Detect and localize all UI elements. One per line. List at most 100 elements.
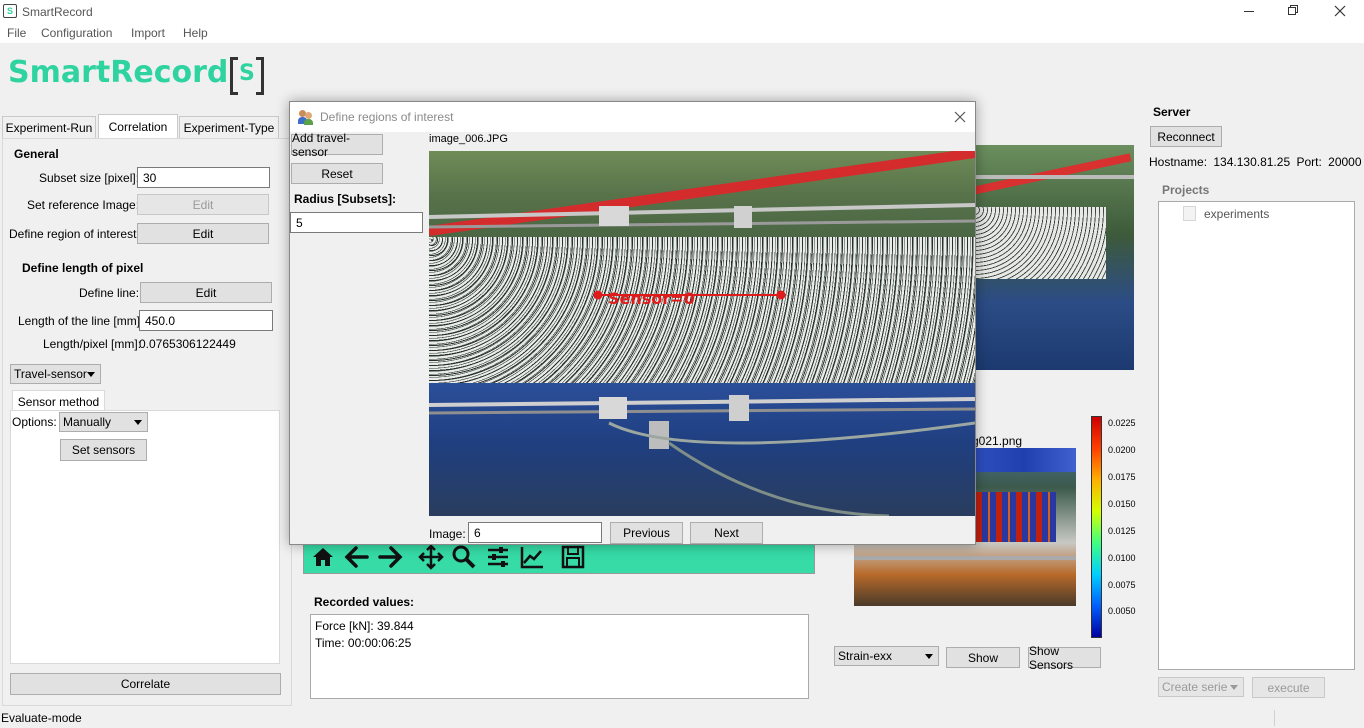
subset-size-input[interactable]: [137, 167, 270, 188]
tab-label: Experiment-Type: [183, 120, 275, 135]
configure-subplots-icon[interactable]: [485, 544, 511, 570]
strain-select[interactable]: Strain-exx: [834, 646, 939, 666]
status-divider: [1274, 710, 1275, 726]
menu-configuration[interactable]: Configuration: [41, 26, 112, 40]
logo-mark-letter: S: [239, 61, 255, 86]
tab-sensor-method[interactable]: Sensor method: [12, 390, 105, 412]
back-arrow-icon[interactable]: [344, 544, 370, 570]
server-heading: Server: [1153, 105, 1191, 119]
show-sensors-button[interactable]: Show Sensors: [1028, 644, 1101, 672]
tab-experiment-type[interactable]: Experiment-Type: [179, 116, 279, 138]
chevron-down-icon: [925, 654, 933, 659]
result-image-name: g021.png: [972, 434, 1023, 448]
radius-input[interactable]: [290, 212, 423, 233]
dialog-title: Define regions of interest: [320, 110, 454, 124]
file-icon: [1183, 206, 1196, 221]
pixel-length-heading: Define length of pixel: [22, 261, 144, 275]
colorbar: [1091, 416, 1102, 638]
tab-label: Sensor method: [17, 394, 100, 409]
port-label: Port:: [1296, 155, 1322, 169]
window-title: SmartRecord: [22, 5, 93, 19]
pan-icon[interactable]: [418, 544, 444, 570]
close-icon[interactable]: [954, 111, 966, 123]
define-line-label: Define line:: [79, 286, 140, 300]
show-button[interactable]: Show: [946, 647, 1020, 668]
close-icon[interactable]: [1334, 5, 1346, 17]
colorbar-ticks: 0.0225 0.0200 0.0175 0.0150 0.0125 0.010…: [1104, 416, 1144, 638]
define-line-edit-button[interactable]: Edit: [140, 282, 272, 303]
sensor-label: Sensor=0: [608, 289, 695, 308]
sensor-type-value: Travel-sensor: [14, 367, 87, 381]
save-icon[interactable]: [560, 544, 586, 570]
next-button[interactable]: Next: [690, 522, 763, 544]
reference-image-preview: [972, 145, 1134, 370]
strain-select-value: Strain-exx: [838, 649, 893, 663]
colorbar-tick: 0.0225: [1108, 418, 1136, 428]
projects-tree: [1158, 201, 1355, 670]
menu-file[interactable]: File: [7, 26, 26, 40]
length-per-pixel-label: Length/pixel [mm]:: [43, 337, 142, 351]
hostname-value: 134.130.81.25: [1213, 155, 1291, 169]
create-serie-select[interactable]: Create serie: [1158, 677, 1244, 697]
chevron-down-icon: [134, 420, 142, 425]
specimen-image: Sensor=0: [429, 151, 975, 516]
forward-arrow-icon[interactable]: [377, 544, 403, 570]
set-sensors-button[interactable]: Set sensors: [60, 439, 147, 461]
reset-button[interactable]: Reset: [291, 163, 383, 184]
menu-import[interactable]: Import: [131, 26, 165, 40]
correlate-button[interactable]: Correlate: [10, 673, 281, 695]
image-number-label: Image:: [429, 527, 466, 541]
tab-experiment-run[interactable]: Experiment-Run: [2, 116, 96, 138]
roi-label: Define region of interest:: [9, 227, 140, 241]
colorbar-tick: 0.0075: [1108, 580, 1136, 590]
previous-button[interactable]: Previous: [610, 522, 683, 544]
edit-axis-icon[interactable]: [519, 544, 545, 570]
create-serie-value: Create serie: [1162, 680, 1228, 694]
radius-label: Radius [Subsets]:: [294, 192, 397, 206]
minimize-icon[interactable]: [1244, 11, 1254, 12]
recorded-values-heading: Recorded values:: [314, 595, 415, 609]
dialog-title-bar: Define regions of interest: [290, 102, 975, 132]
reference-image-edit-button[interactable]: Edit: [137, 194, 269, 215]
recorded-time: Time: 00:00:06:25: [315, 636, 412, 650]
status-text: Evaluate-mode: [1, 711, 82, 725]
menu-bar: File Configuration Import Help: [0, 23, 1364, 43]
subset-size-label: Subset size [pixel]:: [39, 171, 140, 185]
menu-help[interactable]: Help: [183, 26, 208, 40]
add-travel-sensor-button[interactable]: Add travel-sensor: [291, 131, 383, 159]
colorbar-tick: 0.0050: [1108, 606, 1136, 616]
chevron-down-icon: [1230, 685, 1238, 690]
restore-icon[interactable]: [1288, 5, 1298, 15]
tab-correlation[interactable]: Correlation: [98, 114, 178, 139]
image-number-input[interactable]: [468, 522, 602, 543]
home-icon[interactable]: [310, 544, 336, 570]
logo-mark: S: [230, 57, 264, 95]
logo: SmartRecord: [8, 55, 228, 90]
colorbar-tick: 0.0100: [1108, 553, 1136, 563]
tab-label: Correlation: [108, 120, 168, 134]
options-label: Options:: [12, 415, 57, 429]
roi-edit-button[interactable]: Edit: [137, 223, 269, 244]
colorbar-tick: 0.0200: [1108, 445, 1136, 455]
sensor-overlay[interactable]: [429, 151, 975, 516]
length-per-pixel-value: 0.0765306122449: [139, 337, 236, 351]
roi-dialog: Define regions of interest Add travel-se…: [289, 101, 976, 545]
line-length-input[interactable]: [139, 310, 273, 331]
options-select[interactable]: Manually: [59, 412, 148, 432]
general-heading: General: [14, 147, 59, 161]
line-length-label: Length of the line [mm]:: [18, 314, 144, 328]
app-icon: S: [3, 4, 17, 18]
reconnect-button[interactable]: Reconnect: [1150, 126, 1222, 147]
sensor-type-select[interactable]: Travel-sensor: [10, 364, 101, 384]
zoom-icon[interactable]: [451, 544, 477, 570]
projects-heading: Projects: [1162, 183, 1210, 197]
title-bar: S SmartRecord: [0, 0, 1364, 23]
reference-image-label: Set reference Image:: [27, 198, 140, 212]
port-value: 20000: [1328, 155, 1362, 169]
logo-text: SmartRecord: [8, 55, 229, 90]
recorded-values-box: Force [kN]: 39.844 Time: 00:00:06:25: [310, 614, 809, 699]
colorbar-tick: 0.0125: [1108, 526, 1136, 536]
execute-button[interactable]: execute: [1252, 677, 1325, 698]
options-value: Manually: [63, 415, 112, 429]
chevron-down-icon: [87, 372, 95, 377]
